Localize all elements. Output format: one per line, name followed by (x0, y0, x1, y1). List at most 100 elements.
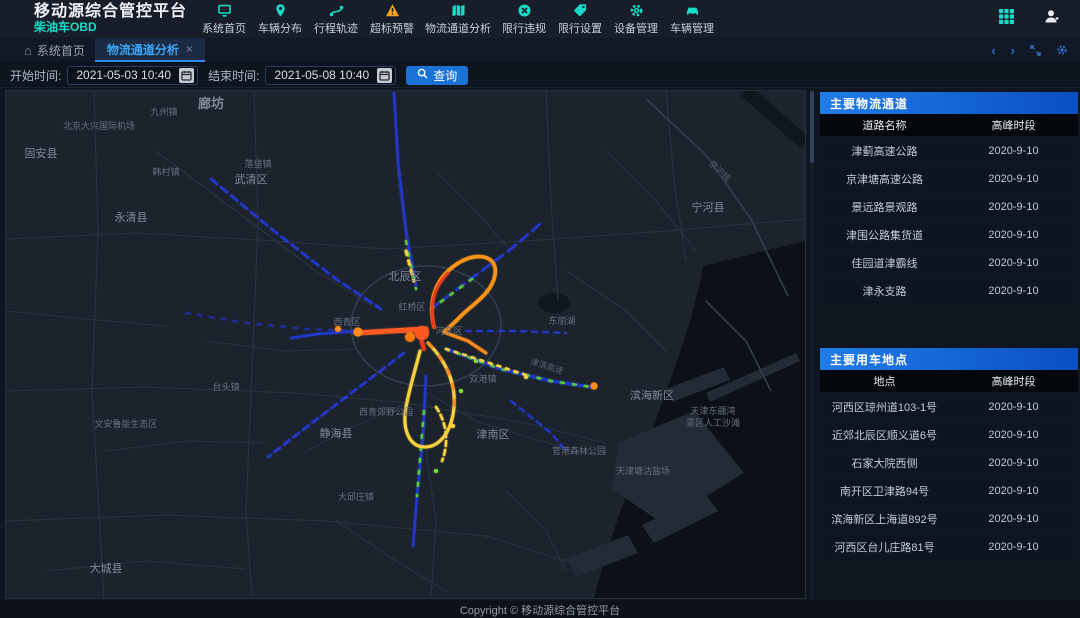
heatmap-map[interactable]: 廊坊 九州镇 北京大兴国际机场 固安县 落垡镇 韩村镇 武清区 永清县 宁河县 … (5, 90, 806, 599)
route-icon (313, 3, 359, 18)
svg-text:天津塘沽盐场: 天津塘沽盐场 (616, 465, 670, 476)
peak-time-cell: 2020-9-10 (949, 506, 1078, 532)
map-pin-icon (257, 3, 303, 18)
nav-item-restriction-settings[interactable]: 限行设置 (552, 3, 608, 36)
name-cell: 佳园道津霸线 (820, 250, 949, 276)
table-row[interactable]: 南开区卫津路94号2020-9-10 (820, 478, 1078, 504)
nav-item-alerts[interactable]: 超标预警 (364, 3, 420, 36)
svg-text:双港镇: 双港镇 (469, 373, 496, 384)
nav-label: 设备管理 (614, 23, 658, 35)
end-time-value: 2021-05-08 10:40 (274, 68, 369, 82)
table-row[interactable]: 石家大院西侧2020-9-10 (820, 450, 1078, 476)
nav-item-device-management[interactable]: 设备管理 (608, 3, 664, 36)
app-subtitle: 柴油车OBD (34, 21, 192, 35)
search-button-label: 查询 (433, 67, 457, 84)
apps-grid-icon[interactable] (998, 8, 1015, 30)
svg-text:台头镇: 台头镇 (212, 381, 239, 392)
svg-text:红桥区: 红桥区 (398, 301, 425, 312)
peak-time-cell: 2020-9-10 (949, 534, 1078, 560)
peak-time-cell: 2020-9-10 (949, 138, 1078, 164)
svg-text:固安县: 固安县 (25, 146, 58, 160)
table-row[interactable]: 佳园道津霸线2020-9-10 (820, 250, 1078, 276)
nav-item-restriction-violation[interactable]: 限行违规 (496, 3, 552, 36)
folded-map-icon (425, 3, 491, 18)
user-icon[interactable] (1043, 8, 1060, 30)
svg-text:滨海新区: 滨海新区 (630, 388, 674, 402)
nav-item-vehicle-management[interactable]: 车辆管理 (664, 3, 720, 36)
svg-text:津南区: 津南区 (477, 428, 510, 441)
home-icon: ⌂ (24, 43, 32, 58)
app-title: 移动源综合管控平台 (34, 3, 192, 21)
peak-time-cell: 2020-9-10 (949, 422, 1078, 448)
table-row[interactable]: 津永支路2020-9-10 (820, 278, 1078, 304)
table-row[interactable]: 滨海新区上海道892号2020-9-10 (820, 506, 1078, 532)
end-time-label: 结束时间: (208, 67, 259, 84)
name-cell: 近郊北辰区顺义道6号 (820, 422, 949, 448)
gear-icon[interactable] (1056, 44, 1068, 56)
svg-text:北辰区: 北辰区 (389, 270, 422, 283)
scrollbar-thumb[interactable] (810, 91, 814, 163)
map-scrollbar[interactable] (810, 91, 814, 600)
svg-text:永清县: 永清县 (115, 210, 148, 224)
nav-label: 限行违规 (502, 23, 546, 35)
nav-label: 行程轨迹 (314, 23, 358, 35)
warning-triangle-icon (369, 3, 415, 18)
table-row[interactable]: 近郊北辰区顺义道6号2020-9-10 (820, 422, 1078, 448)
svg-text:大邱庄镇: 大邱庄镇 (338, 491, 374, 502)
table-header: 道路名称 高峰时段 (820, 114, 1078, 136)
name-cell: 河西区台儿庄路81号 (820, 534, 949, 560)
end-time-input[interactable]: 2021-05-08 10:40 (265, 66, 396, 85)
close-icon[interactable]: × (186, 42, 193, 56)
svg-text:东丽湖: 东丽湖 (548, 315, 575, 326)
panel-title: 主要用车地点 (820, 348, 1078, 370)
svg-text:官港森林公园: 官港森林公园 (552, 445, 606, 456)
calendar-icon[interactable] (179, 68, 194, 83)
nav-item-trip-track[interactable]: 行程轨迹 (308, 3, 364, 36)
column-road-name: 道路名称 (820, 114, 949, 136)
table-row[interactable]: 津蓟高速公路2020-9-10 (820, 138, 1078, 164)
table-row[interactable]: 景远路景观路2020-9-10 (820, 194, 1078, 220)
name-cell: 石家大院西侧 (820, 450, 949, 476)
start-time-input[interactable]: 2021-05-03 10:40 (67, 66, 198, 85)
name-cell: 津围公路集货道 (820, 222, 949, 248)
logistics-channels-panel: 主要物流通道 道路名称 高峰时段 津蓟高速公路2020-9-10京津塘高速公路2… (820, 92, 1078, 304)
search-icon (417, 68, 428, 82)
expand-icon[interactable] (1030, 45, 1041, 56)
name-cell: 津蓟高速公路 (820, 138, 949, 164)
tab-system-home[interactable]: ⌂ 系统首页 (14, 38, 95, 62)
name-cell: 河西区琼州道103-1号 (820, 394, 949, 420)
table-row[interactable]: 津围公路集货道2020-9-10 (820, 222, 1078, 248)
calendar-icon[interactable] (377, 68, 392, 83)
nav-item-vehicle-distribution[interactable]: 车辆分布 (252, 3, 308, 36)
table-row[interactable]: 河西区琼州道103-1号2020-9-10 (820, 394, 1078, 420)
nav-label: 系统首页 (202, 23, 246, 35)
copyright-text: Copyright © 移动源综合管控平台 (460, 602, 620, 618)
right-sidebar: 主要物流通道 道路名称 高峰时段 津蓟高速公路2020-9-10京津塘高速公路2… (820, 90, 1078, 601)
tab-label: 物流通道分析 (107, 41, 179, 58)
tab-label: 系统首页 (37, 42, 85, 59)
table-row[interactable]: 河西区台儿庄路81号2020-9-10 (820, 534, 1078, 560)
nav-item-home[interactable]: 系统首页 (196, 3, 252, 36)
page-footer: Copyright © 移动源综合管控平台 (0, 601, 1080, 618)
gear-icon (613, 3, 659, 18)
table-header: 地点 高峰时段 (820, 370, 1078, 392)
name-cell: 京津塘高速公路 (820, 166, 949, 192)
peak-time-cell: 2020-9-10 (949, 394, 1078, 420)
app-header: 移动源综合管控平台 柴油车OBD 系统首页 车辆分布 行程轨迹 超标预警 (0, 0, 1080, 38)
column-location: 地点 (820, 370, 949, 392)
lake (538, 293, 570, 313)
svg-text:宁河县: 宁河县 (692, 200, 725, 214)
column-peak-time: 高峰时段 (949, 370, 1078, 392)
chevron-left-icon[interactable]: ‹ (991, 43, 995, 58)
nav-label: 车辆管理 (670, 23, 714, 35)
peak-time-cell: 2020-9-10 (949, 222, 1078, 248)
chevron-right-icon[interactable]: › (1011, 43, 1015, 58)
locations-table-body: 河西区琼州道103-1号2020-9-10近郊北辰区顺义道6号2020-9-10… (820, 394, 1078, 560)
channels-table-body: 津蓟高速公路2020-9-10京津塘高速公路2020-9-10景远路景观路202… (820, 138, 1078, 304)
peak-time-cell: 2020-9-10 (949, 194, 1078, 220)
table-row[interactable]: 京津塘高速公路2020-9-10 (820, 166, 1078, 192)
search-button[interactable]: 查询 (406, 66, 468, 85)
tab-logistics-analysis[interactable]: 物流通道分析 × (95, 38, 205, 62)
nav-item-logistics-analysis[interactable]: 物流通道分析 (420, 3, 496, 36)
peak-time-cell: 2020-9-10 (949, 450, 1078, 476)
